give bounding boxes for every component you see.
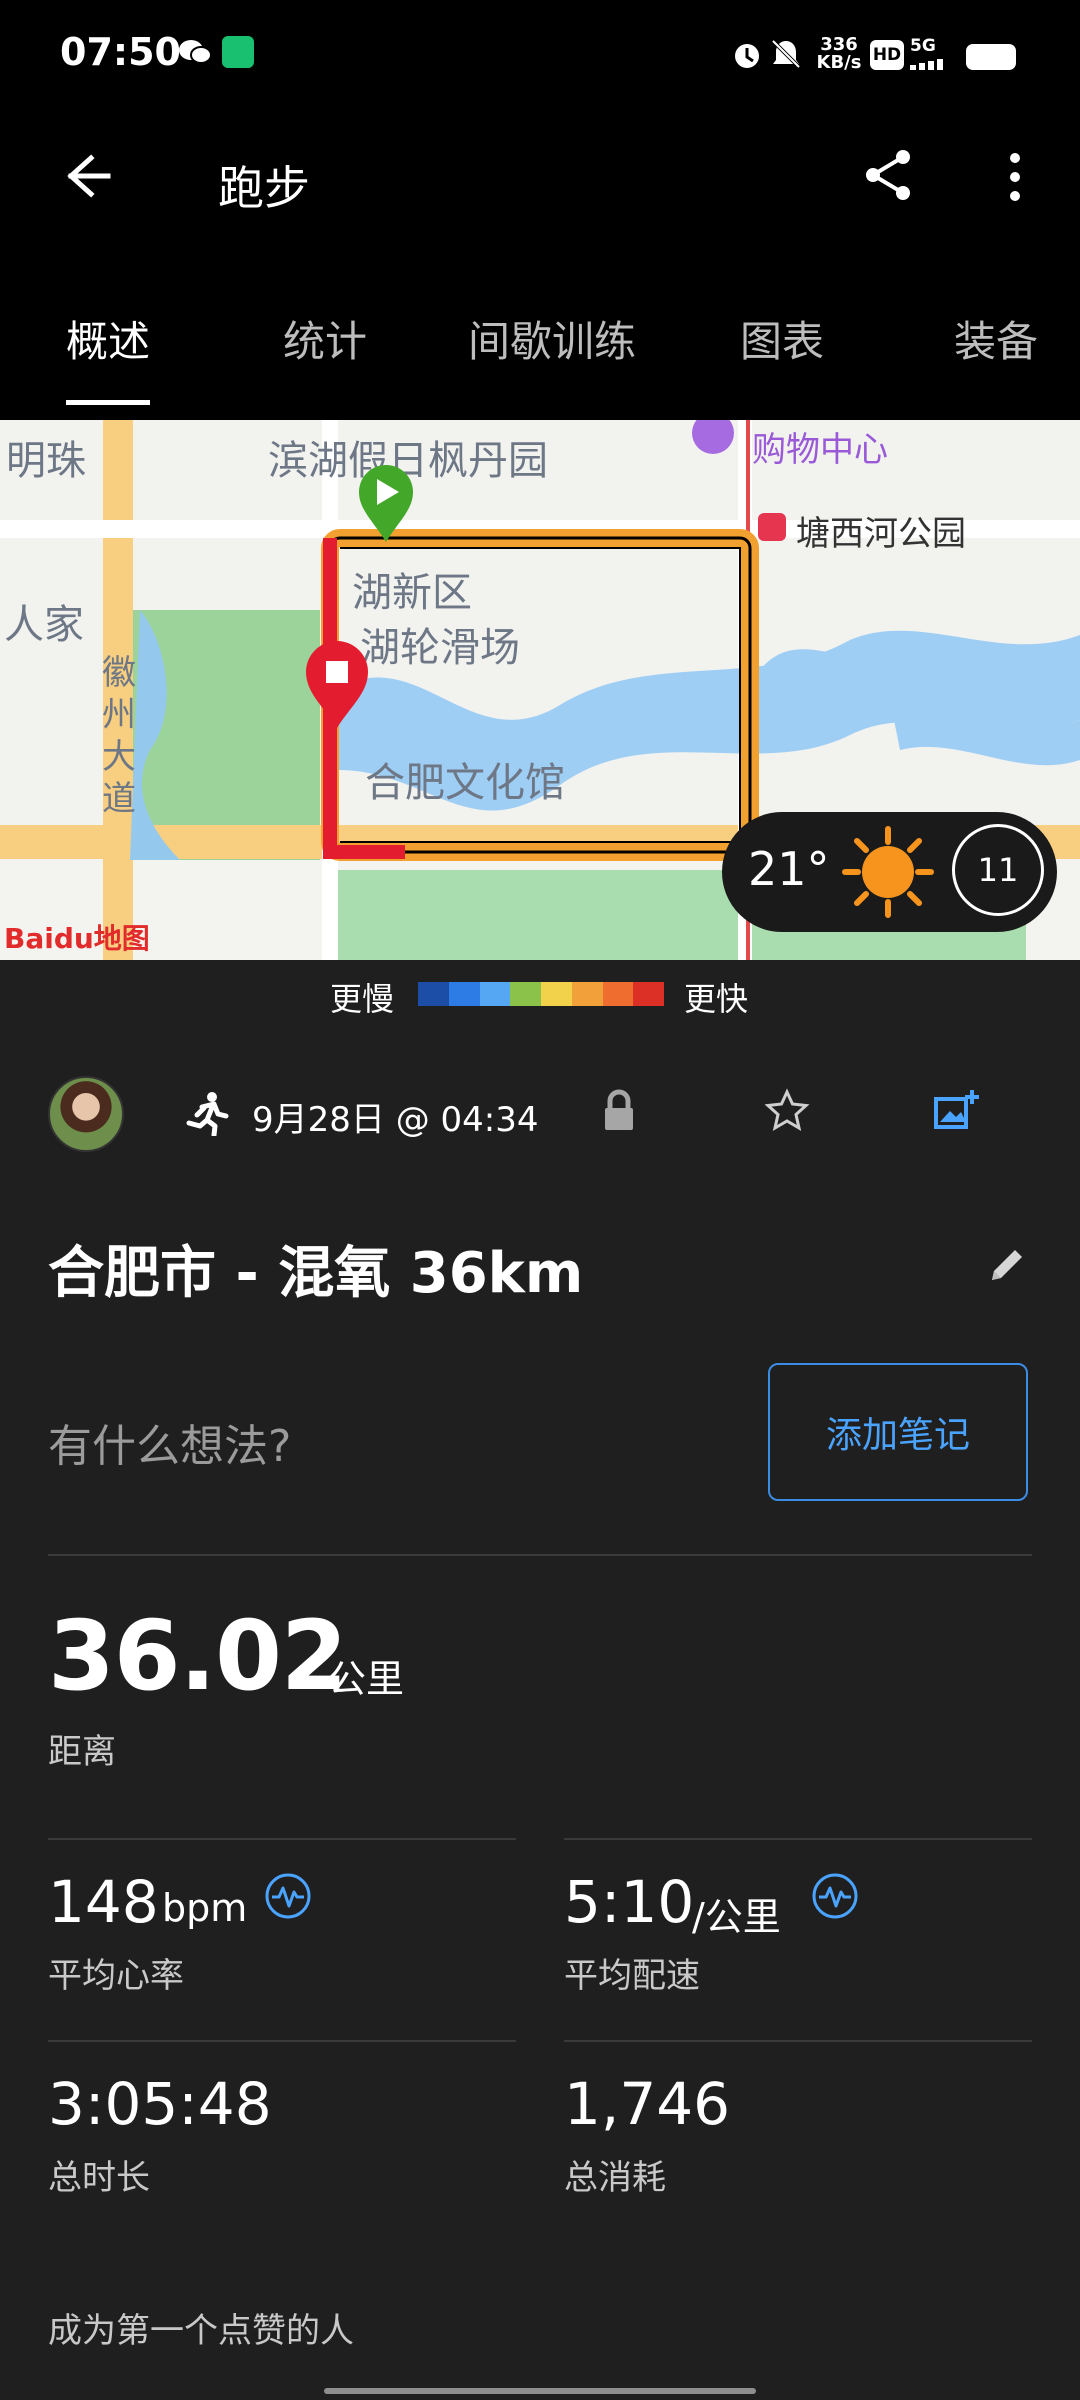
legend-faster: 更快 [684,980,749,1018]
finish-marker-icon [300,638,374,730]
battery-icon [966,44,1016,70]
pace-color-8 [633,982,664,1006]
tab-charts[interactable]: 图表 [740,308,824,369]
wind-speed: 11 [952,824,1044,916]
metro-station-icon [758,513,786,541]
activity-meta-row: 9月28日 @ 04:34 [0,1070,1080,1160]
distance-unit: 公里 [328,1657,405,1701]
baidu-map-logo: Baidu地图 [4,922,150,955]
network-speed-unit: KB/s [816,52,862,73]
start-marker-icon [355,462,417,544]
map-label-shopping-center: 购物中心 [752,430,888,470]
top-stats-divider [48,1554,1032,1556]
map-label-culture-center: 合肥文化馆 [365,760,565,806]
map-label-renjia: 人家 [4,602,84,648]
avatar[interactable] [48,1076,124,1152]
back-arrow-icon[interactable] [56,146,116,206]
map-label-mingzhu: 明珠 [6,438,86,484]
add-photo-icon[interactable] [930,1087,980,1133]
calories-label: 总消耗 [564,2158,666,2198]
share-icon[interactable] [858,144,920,206]
edit-pencil-icon[interactable] [986,1244,1028,1286]
stats-divider-right-2 [564,2040,1032,2042]
first-like-text[interactable]: 成为第一个点赞的人 [48,2303,354,2352]
pace-color-5 [541,982,572,1006]
pace-legend: 更慢 更快 [0,960,1080,1030]
pace-unit: /公里 [692,1895,781,1939]
sun-icon [840,824,936,920]
pace-color-3 [479,982,511,1006]
app-notification-icon [222,36,254,68]
active-tab-indicator [66,400,150,405]
pace-color-6 [571,982,603,1006]
calories-value: 1,746 [564,2070,731,2138]
distance-value: 36.02 [48,1600,348,1712]
lock-icon[interactable] [600,1088,638,1132]
tab-bar: 概述 统计 间歇训练 图表 装备 [0,250,1080,420]
running-icon [184,1090,230,1138]
heart-rate-value: 148 [48,1868,159,1936]
home-indicator[interactable] [324,2388,756,2394]
stats-divider-right-1 [564,1838,1032,1840]
hd-badge: HD [870,40,904,70]
duration-label: 总时长 [48,2158,150,2198]
tab-overview[interactable]: 概述 [66,308,150,369]
temperature: 21° [748,842,830,896]
tab-intervals[interactable]: 间歇训练 [468,308,636,369]
pace-color-scale [418,982,664,1006]
map-label-skating: 湖轮滑场 [360,625,520,671]
alarm-icon [730,38,764,72]
stats-divider-left-1 [48,1838,516,1840]
signal-5g-icon: 5G [910,36,960,72]
pace-label: 平均配速 [564,1956,700,1996]
favorite-star-icon[interactable] [764,1087,810,1133]
tab-gear[interactable]: 装备 [954,308,1038,369]
stats-divider-left-2 [48,2040,516,2042]
heart-rate-label: 平均心率 [48,1956,184,1996]
tab-statistics[interactable]: 统计 [283,308,367,369]
heart-rate-unit: bpm [162,1886,248,1930]
legend-slower: 更慢 [330,980,395,1018]
network-speed: 336 KB/s [815,36,863,72]
map-label-huizhou-avenue: 徽州大道 [102,653,136,819]
more-options-icon[interactable] [1000,146,1030,208]
status-time: 07:50 [60,30,181,74]
distance-label: 距离 [48,1732,116,1772]
map-label-tangxi-park: 塘西河公园 [796,514,966,554]
activity-date: 9月28日 @ 04:34 [252,1100,539,1140]
activity-title: 合肥市 - 混氧 36km [48,1241,584,1306]
wechat-icon [178,38,212,66]
page-title: 跑步 [218,161,310,215]
pace-color-1 [418,982,449,1006]
pace-color-2 [448,982,480,1006]
pace-value: 5:10 [564,1868,695,1936]
app-bar: 跑步 [0,110,1080,250]
heart-rate-chart-icon[interactable] [264,1872,312,1920]
network-type: 5G [910,36,936,56]
pace-color-7 [602,982,634,1006]
route-map[interactable]: 明珠 滨湖假日枫丹园 人家 湖新区 湖轮滑场 合肥文化馆 徽州大道 购物中心 塘… [0,420,1080,960]
pace-chart-icon[interactable] [811,1872,859,1920]
thoughts-prompt[interactable]: 有什么想法? [48,1410,291,1474]
pace-color-4 [510,982,541,1006]
duration-value: 3:05:48 [48,2070,272,2138]
status-bar: 07:50 336 KB/s HD 5G [0,0,1080,110]
weather-widget: 21° 11 [722,812,1057,932]
map-label-binhu-district: 湖新区 [352,570,472,616]
mute-bell-icon [768,36,804,72]
add-note-button[interactable]: 添加笔记 [768,1363,1028,1501]
